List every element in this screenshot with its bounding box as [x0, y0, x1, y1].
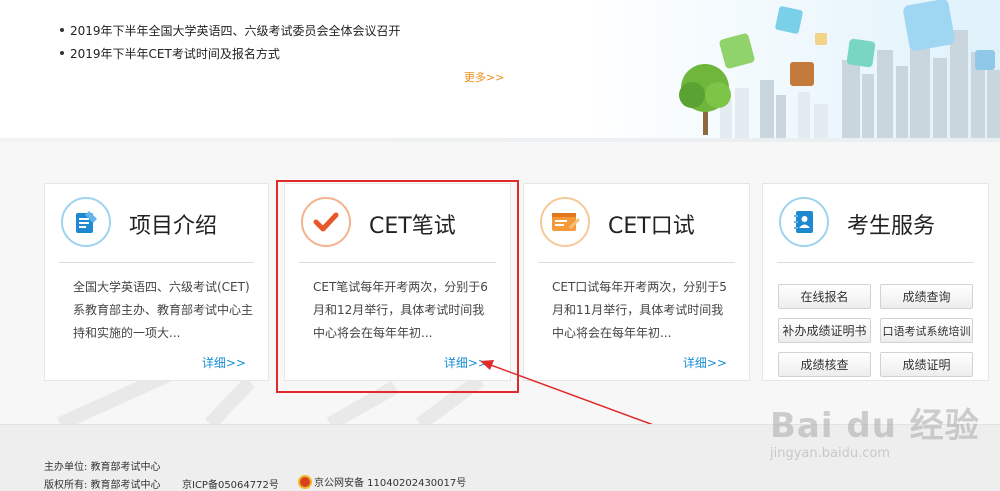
news-banner: 2019年下半年全国大学英语四、六级考试委员会全体会议召开 2019年下半年CE…: [0, 0, 1000, 142]
news-item[interactable]: 2019年下半年全国大学英语四、六级考试委员会全体会议召开: [60, 20, 401, 43]
checkmark-icon: [301, 197, 351, 247]
police-badge-icon: [298, 474, 312, 489]
bullet-icon: [60, 27, 64, 32]
card-cet-oral: CET口试 CET口试每年开考两次，分别于5月和11月举行，具体考试时间我中心将…: [523, 183, 750, 381]
contacts-book-icon: [779, 197, 829, 247]
card-candidate-services: 考生服务 在线报名 成绩查询 补办成绩证明书 口语考试系统培训 成绩核查 成绩证…: [762, 183, 989, 381]
form-icon: [540, 197, 590, 247]
score-query-button[interactable]: 成绩查询: [880, 284, 973, 309]
footer-copyright: 版权所有: 教育部考试中心: [44, 480, 161, 491]
score-verification-button[interactable]: 成绩核查: [778, 352, 871, 377]
card-cet-written: CET笔试 CET笔试每年开考两次，分别于6月和12月举行，具体考试时间我中心将…: [284, 183, 511, 381]
score-certificate-button[interactable]: 成绩证明: [880, 352, 973, 377]
detail-link[interactable]: 详细>>: [444, 354, 488, 371]
more-news-link[interactable]: 更多>>: [464, 69, 504, 85]
card-title: 考生服务: [847, 214, 936, 239]
detail-link[interactable]: 详细>>: [202, 354, 246, 371]
card-description: CET笔试每年开考两次，分别于6月和12月举行，具体考试时间我中心将会在每年年初…: [313, 280, 488, 340]
card-description: CET口试每年开考两次，分别于5月和11月举行，具体考试时间我中心将会在每年年初…: [552, 280, 727, 340]
bullet-icon: [60, 50, 64, 55]
card-divider: [538, 262, 735, 263]
watermark-brand: Bai du 经验: [770, 406, 980, 446]
reissue-certificate-button[interactable]: 补办成绩证明书: [778, 318, 871, 343]
card-title: CET口试: [608, 214, 695, 239]
card-title: 项目介绍: [129, 214, 218, 239]
watermark: Bai du 经验 jingyan.baidu.com: [770, 398, 980, 461]
card-divider: [299, 262, 496, 263]
document-icon: [61, 197, 111, 247]
news-item-text[interactable]: 2019年下半年CET考试时间及报名方式: [70, 47, 280, 61]
online-registration-button[interactable]: 在线报名: [778, 284, 871, 309]
news-item-text[interactable]: 2019年下半年全国大学英语四、六级考试委员会全体会议召开: [70, 24, 401, 38]
card-divider: [777, 262, 974, 263]
watermark-url: jingyan.baidu.com: [770, 446, 890, 461]
news-list: 2019年下半年全国大学英语四、六级考试委员会全体会议召开 2019年下半年CE…: [60, 20, 401, 66]
icp-link[interactable]: 京ICP备05064772号: [182, 476, 279, 491]
news-item[interactable]: 2019年下半年CET考试时间及报名方式: [60, 43, 401, 66]
footer-host: 主办单位: 教育部考试中心: [44, 462, 161, 473]
card-title: CET笔试: [369, 214, 456, 239]
detail-link[interactable]: 详细>>: [683, 354, 727, 371]
banner-illustration: [580, 0, 1000, 142]
card-description: 全国大学英语四、六级考试(CET)系教育部主办、教育部考试中心主持和实施的一项大…: [73, 280, 254, 340]
police-record[interactable]: 京公网安备 11040202430017号: [298, 474, 466, 489]
card-divider: [59, 262, 254, 263]
card-project-intro: 项目介绍 全国大学英语四、六级考试(CET)系教育部主办、教育部考试中心主持和实…: [44, 183, 269, 381]
oral-exam-training-button[interactable]: 口语考试系统培训: [880, 318, 973, 343]
police-record-text[interactable]: 京公网安备 11040202430017号: [314, 474, 466, 489]
